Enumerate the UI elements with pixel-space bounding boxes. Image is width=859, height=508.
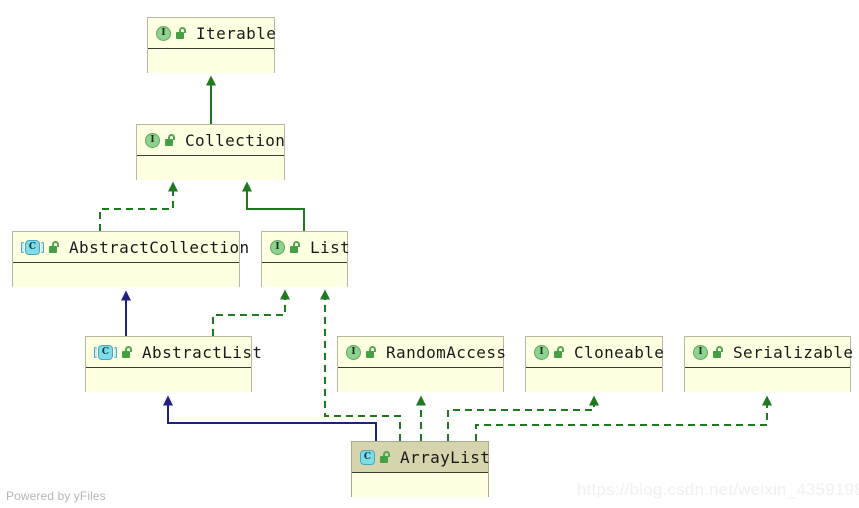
node-members <box>685 368 850 392</box>
class-icon: C <box>21 239 44 255</box>
node-cloneable[interactable]: I Cloneable <box>525 336 665 392</box>
node-members <box>148 49 274 73</box>
node-members <box>262 263 347 287</box>
node-members <box>526 368 662 392</box>
class-icon: C <box>360 449 375 465</box>
edge-arraylist-implements-cloneable <box>447 395 599 441</box>
node-header: I Iterable <box>148 18 277 49</box>
node-label: List <box>310 237 351 257</box>
node-members <box>137 156 284 180</box>
lock-icon <box>366 346 377 358</box>
node-members <box>338 368 503 392</box>
interface-icon: I <box>693 344 708 360</box>
node-label: Iterable <box>196 23 277 43</box>
node-header: I Collection <box>137 125 286 156</box>
interface-icon: I <box>270 239 285 255</box>
node-label: Serializable <box>733 342 854 362</box>
class-diagram-canvas: I Iterable I Collection C AbstractCollec… <box>0 0 859 508</box>
lock-icon <box>554 346 565 358</box>
lock-icon <box>290 241 301 253</box>
interface-icon: I <box>346 344 361 360</box>
node-label: AbstractList <box>142 342 263 362</box>
node-collection[interactable]: I Collection <box>136 124 285 180</box>
node-randomaccess[interactable]: I RandomAccess <box>337 336 507 392</box>
node-label: ArrayList <box>400 447 491 467</box>
lock-icon <box>380 451 391 463</box>
edge-arraylist-implements-serializable <box>475 395 772 441</box>
node-label: RandomAccess <box>386 342 507 362</box>
node-members <box>13 263 239 287</box>
edge-abstractlist-implements-list <box>212 289 290 336</box>
node-header: C AbstractList <box>86 337 262 368</box>
node-abstractcollection[interactable]: C AbstractCollection <box>12 231 249 287</box>
class-icon: C <box>94 344 117 360</box>
interface-icon: I <box>145 132 160 148</box>
edge-arraylist-extends-abstractlist <box>163 395 377 441</box>
node-label: Cloneable <box>574 342 665 362</box>
node-header: C ArrayList <box>352 442 491 473</box>
interface-icon: I <box>534 344 549 360</box>
edge-list-extends-collection <box>242 181 305 231</box>
node-abstractlist[interactable]: C AbstractList <box>85 336 262 392</box>
edge-abstractcollection-implements-collection <box>99 181 178 231</box>
url-watermark: https://blog.csdn.net/weixin_43591980 <box>577 480 859 499</box>
node-list[interactable]: I List <box>261 231 351 287</box>
yfiles-watermark: Powered by yFiles <box>6 489 106 503</box>
lock-icon <box>165 134 176 146</box>
node-serializable[interactable]: I Serializable <box>684 336 854 392</box>
node-arraylist[interactable]: C ArrayList <box>351 441 491 497</box>
node-members <box>352 473 488 497</box>
lock-icon <box>49 241 60 253</box>
node-label: AbstractCollection <box>69 237 250 257</box>
lock-icon <box>713 346 724 358</box>
node-header: C AbstractCollection <box>13 232 249 263</box>
lock-icon <box>176 27 187 39</box>
node-header: I Serializable <box>685 337 854 368</box>
interface-icon: I <box>156 25 171 41</box>
node-members <box>86 368 251 392</box>
node-label: Collection <box>185 130 286 150</box>
node-iterable[interactable]: I Iterable <box>147 17 277 73</box>
node-header: I RandomAccess <box>338 337 507 368</box>
node-header: I List <box>262 232 351 263</box>
node-header: I Cloneable <box>526 337 665 368</box>
lock-icon <box>122 346 133 358</box>
